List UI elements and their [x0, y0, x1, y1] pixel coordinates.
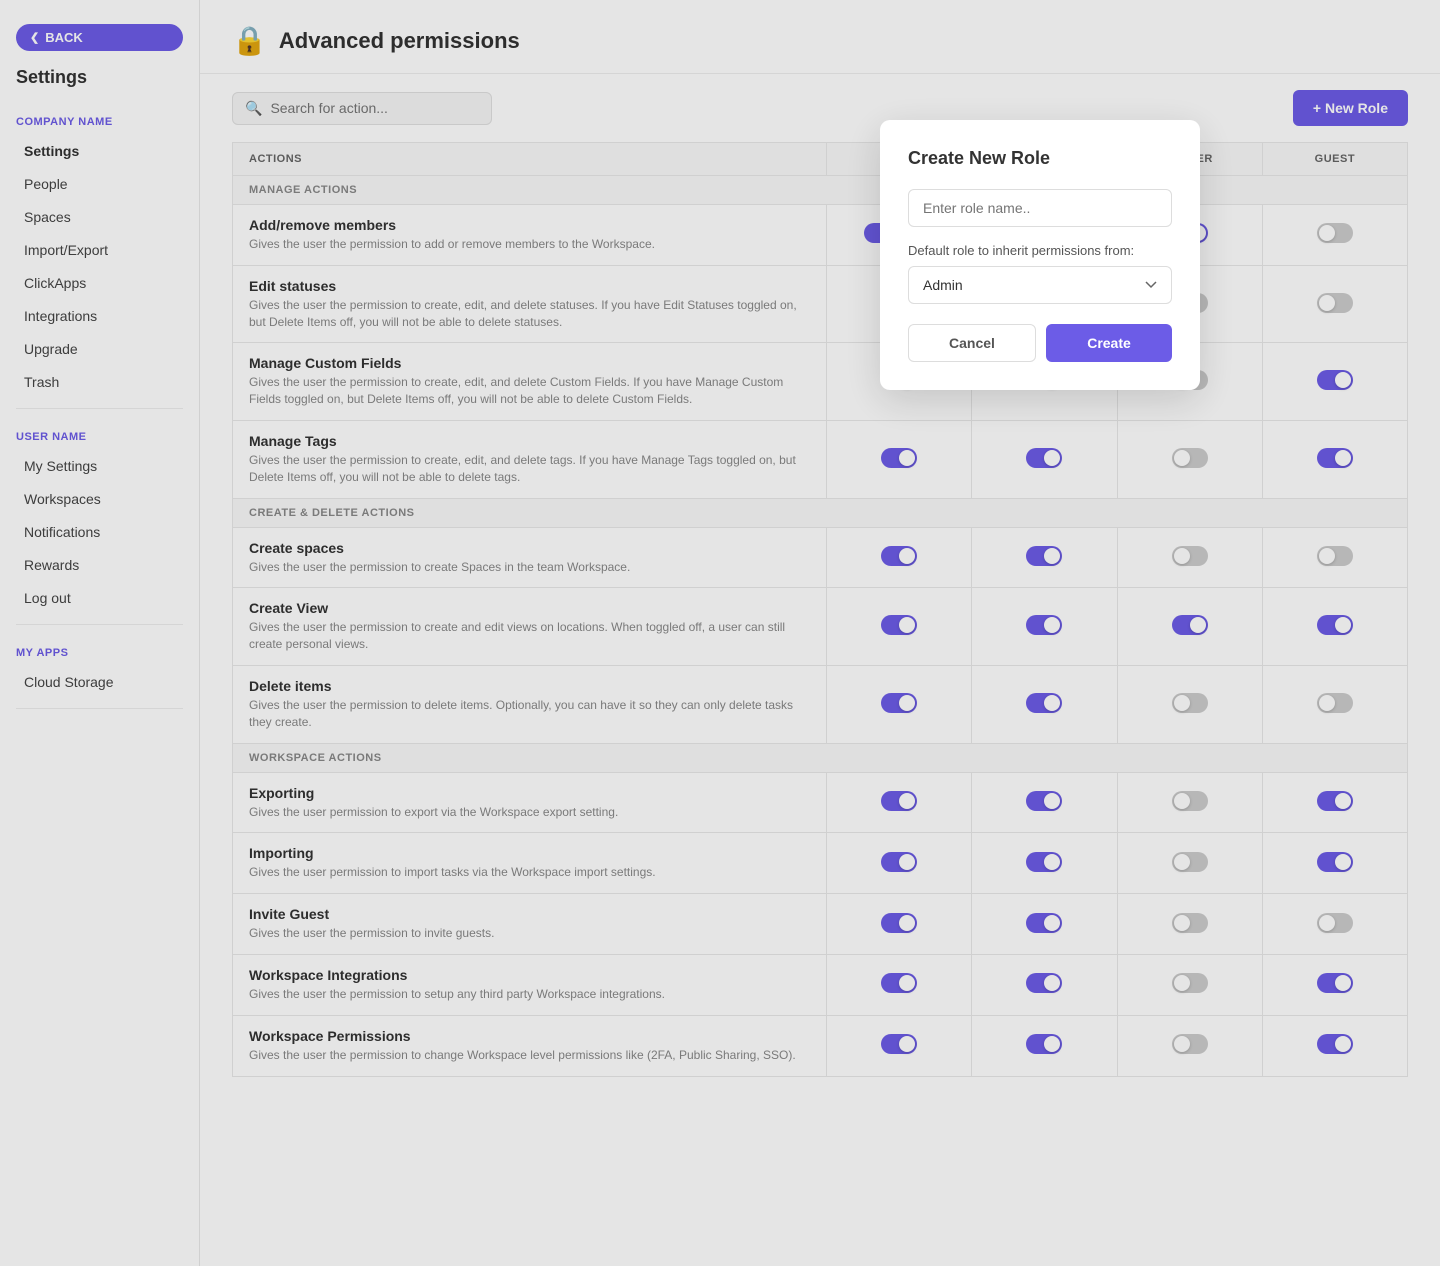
inherit-label: Default role to inherit permissions from… [908, 243, 1172, 258]
cancel-button[interactable]: Cancel [908, 324, 1036, 362]
modal-title: Create New Role [908, 148, 1172, 169]
role-name-input[interactable] [908, 189, 1172, 227]
inherit-select[interactable]: AdminMemberViewerGuest [908, 266, 1172, 304]
create-role-modal: Create New Role Default role to inherit … [880, 120, 1200, 390]
modal-overlay: Create New Role Default role to inherit … [0, 0, 1440, 1266]
create-button[interactable]: Create [1046, 324, 1172, 362]
modal-actions: Cancel Create [908, 324, 1172, 362]
